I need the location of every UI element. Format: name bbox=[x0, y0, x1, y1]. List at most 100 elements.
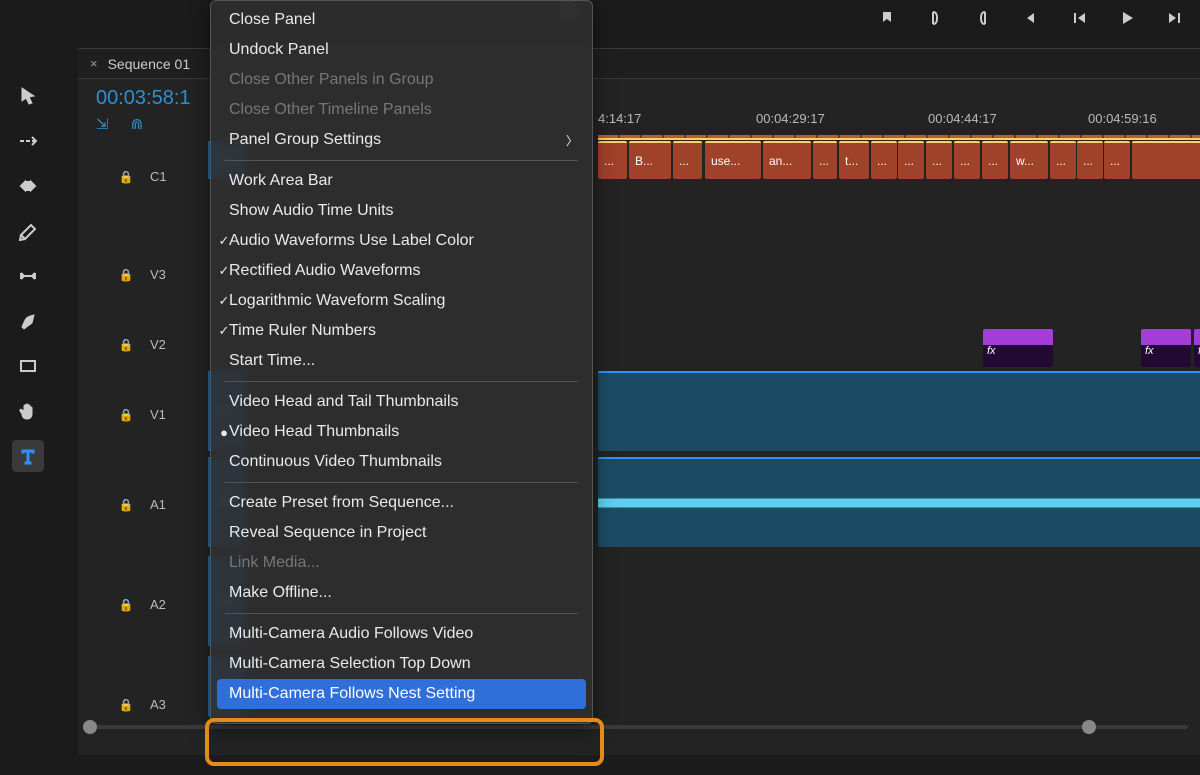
pen-tool[interactable] bbox=[12, 305, 44, 337]
go-to-in-button[interactable] bbox=[1021, 8, 1041, 28]
clip[interactable]: ... bbox=[954, 141, 980, 179]
clip[interactable]: ... bbox=[813, 141, 837, 179]
menu-item[interactable]: Make Offline... bbox=[211, 578, 592, 608]
mark-out-button[interactable] bbox=[973, 8, 993, 28]
menu-item[interactable]: Create Preset from Sequence... bbox=[211, 488, 592, 518]
track-label: A2 bbox=[150, 597, 166, 612]
lock-icon[interactable] bbox=[118, 267, 134, 282]
menu-item[interactable]: Close Panel bbox=[211, 5, 592, 35]
insert-mode-icon[interactable]: ⇲ bbox=[96, 115, 109, 133]
lock-icon[interactable] bbox=[118, 169, 134, 184]
menu-item-label: Reveal Sequence in Project bbox=[229, 524, 426, 542]
track-label: A1 bbox=[150, 497, 166, 512]
clip[interactable] bbox=[1132, 141, 1200, 179]
menu-separator bbox=[225, 160, 578, 161]
track-header-v3[interactable]: V3 bbox=[78, 259, 208, 289]
menu-item[interactable]: ✓Audio Waveforms Use Label Color bbox=[211, 226, 592, 256]
menu-item[interactable]: Work Area Bar bbox=[211, 166, 592, 196]
clip[interactable]: ... bbox=[898, 141, 924, 179]
menu-item-label: Create Preset from Sequence... bbox=[229, 494, 454, 512]
clip[interactable]: B... bbox=[629, 141, 671, 179]
clip[interactable]: t... bbox=[839, 141, 869, 179]
clip[interactable]: ... bbox=[926, 141, 952, 179]
clip[interactable]: fx bbox=[1141, 329, 1191, 367]
menu-item[interactable]: Multi-Camera Selection Top Down bbox=[211, 649, 592, 679]
menu-item[interactable]: Reveal Sequence in Project bbox=[211, 518, 592, 548]
menu-item[interactable]: Continuous Video Thumbnails bbox=[211, 447, 592, 477]
menu-item-label: Time Ruler Numbers bbox=[229, 322, 376, 340]
ruler-tick: 4:14:17 bbox=[598, 111, 641, 126]
menu-item-label: Work Area Bar bbox=[229, 172, 333, 190]
mark-in-button[interactable] bbox=[925, 8, 945, 28]
tab-close-button[interactable]: × bbox=[90, 56, 98, 71]
clip[interactable]: ... bbox=[1077, 141, 1103, 179]
clip[interactable]: an... bbox=[763, 141, 811, 179]
selection-tool[interactable] bbox=[12, 80, 44, 112]
lock-icon[interactable] bbox=[118, 407, 134, 422]
track-header-a2[interactable]: A2 bbox=[78, 589, 208, 619]
track-header-v1[interactable]: V1 bbox=[78, 399, 208, 429]
hand-tool[interactable] bbox=[12, 395, 44, 427]
clip[interactable]: use... bbox=[705, 141, 761, 179]
menu-separator bbox=[225, 482, 578, 483]
step-forward-button[interactable] bbox=[1165, 8, 1185, 28]
ripple-edit-tool[interactable] bbox=[12, 170, 44, 202]
rectangle-tool[interactable] bbox=[12, 350, 44, 382]
menu-item[interactable]: Start Time... bbox=[211, 346, 592, 376]
chevron-right-icon: 〉 bbox=[566, 132, 578, 149]
menu-item[interactable]: Show Audio Time Units bbox=[211, 196, 592, 226]
menu-item-label: Show Audio Time Units bbox=[229, 202, 394, 220]
menu-item[interactable]: ✓Rectified Audio Waveforms bbox=[211, 256, 592, 286]
menu-item-label: Multi-Camera Audio Follows Video bbox=[229, 625, 473, 643]
tab-title[interactable]: Sequence 01 bbox=[108, 56, 191, 72]
clip[interactable]: ... bbox=[982, 141, 1008, 179]
menu-item-label: Undock Panel bbox=[229, 41, 329, 59]
menu-item[interactable]: Video Head and Tail Thumbnails bbox=[211, 387, 592, 417]
clip[interactable]: ... bbox=[598, 141, 627, 179]
menu-item[interactable]: Multi-Camera Audio Follows Video bbox=[211, 619, 592, 649]
clip[interactable]: ... bbox=[1104, 141, 1130, 179]
menu-item[interactable]: Multi-Camera Follows Nest Setting bbox=[217, 679, 586, 709]
menu-item-label: Make Offline... bbox=[229, 584, 332, 602]
menu-item: Link Media... bbox=[211, 548, 592, 578]
track-header-a3[interactable]: A3 bbox=[78, 689, 208, 719]
lock-icon[interactable] bbox=[118, 697, 134, 712]
menu-item[interactable]: ✓Logarithmic Waveform Scaling bbox=[211, 286, 592, 316]
add-marker-button[interactable] bbox=[877, 8, 897, 28]
clip[interactable]: fx bbox=[1194, 329, 1200, 367]
fx-badge: fx bbox=[987, 345, 996, 357]
clip[interactable]: ... bbox=[871, 141, 897, 179]
menu-item-label: Close Other Panels in Group bbox=[229, 71, 434, 89]
menu-item-label: Panel Group Settings bbox=[229, 131, 381, 149]
menu-item-label: Start Time... bbox=[229, 352, 315, 370]
menu-item-label: Close Other Timeline Panels bbox=[229, 101, 432, 119]
clip[interactable] bbox=[598, 371, 1200, 451]
fx-badge: fx bbox=[1145, 345, 1154, 357]
clip[interactable]: fx bbox=[983, 329, 1053, 367]
menu-item[interactable]: Panel Group Settings 〉 bbox=[211, 125, 592, 155]
track-header-v2[interactable]: V2 bbox=[78, 329, 208, 359]
type-tool[interactable] bbox=[12, 440, 44, 472]
menu-item[interactable]: ✓Time Ruler Numbers bbox=[211, 316, 592, 346]
track-select-tool[interactable] bbox=[12, 125, 44, 157]
lock-icon[interactable] bbox=[118, 597, 134, 612]
step-back-button[interactable] bbox=[1069, 8, 1089, 28]
track-label: A3 bbox=[150, 697, 166, 712]
menu-item-label: Logarithmic Waveform Scaling bbox=[229, 292, 445, 310]
clip[interactable]: ... bbox=[673, 141, 702, 179]
track-header-c1[interactable]: C1 bbox=[78, 161, 208, 191]
razor-tool[interactable] bbox=[12, 215, 44, 247]
snap-magnet-icon[interactable]: ⋒ bbox=[131, 115, 144, 133]
menu-item[interactable]: Undock Panel bbox=[211, 35, 592, 65]
slip-tool[interactable] bbox=[12, 260, 44, 292]
clip[interactable]: w... bbox=[1010, 141, 1048, 179]
lock-icon[interactable] bbox=[118, 337, 134, 352]
track-header-a1[interactable]: A1 bbox=[78, 489, 208, 519]
clip[interactable] bbox=[598, 457, 1200, 547]
menu-item: Close Other Panels in Group bbox=[211, 65, 592, 95]
ruler-tick: 00:04:29:17 bbox=[756, 111, 825, 126]
clip[interactable]: ... bbox=[1050, 141, 1076, 179]
lock-icon[interactable] bbox=[118, 497, 134, 512]
menu-item[interactable]: ●Video Head Thumbnails bbox=[211, 417, 592, 447]
play-button[interactable] bbox=[1117, 8, 1137, 28]
